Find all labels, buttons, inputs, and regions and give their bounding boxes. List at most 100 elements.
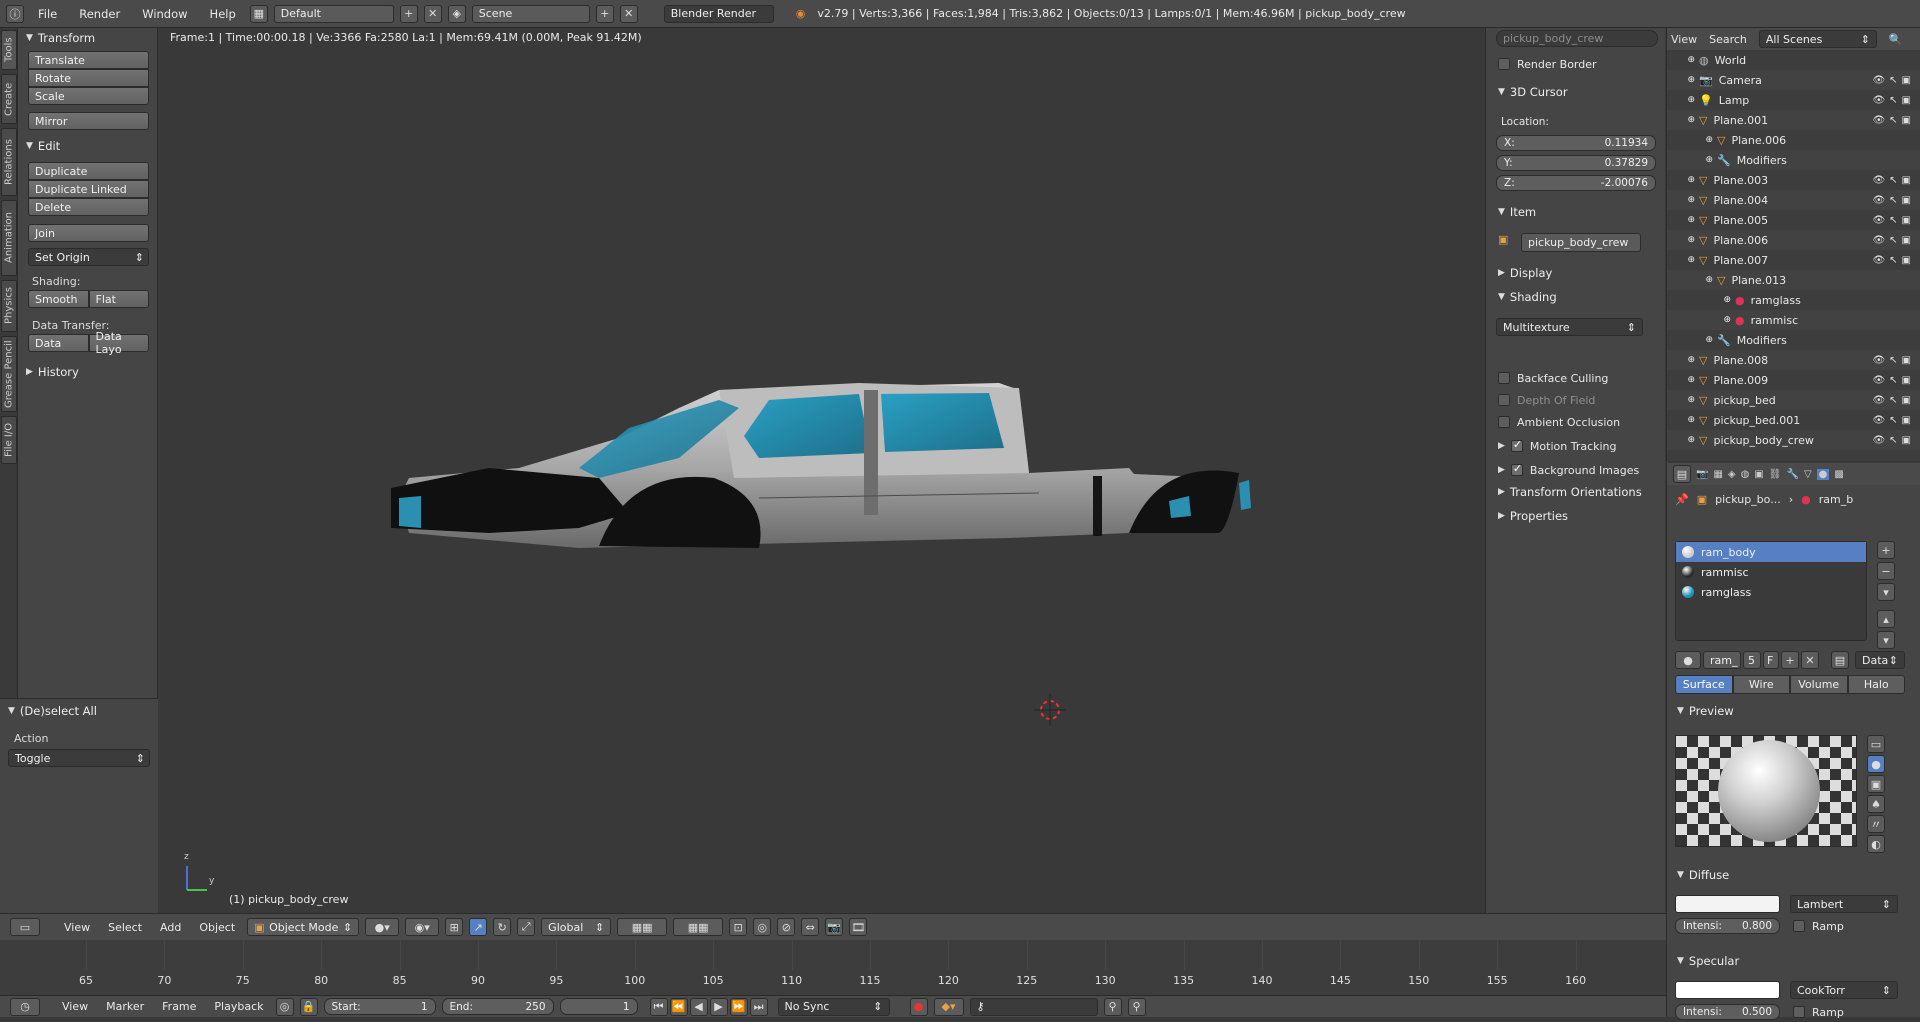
mirror-button[interactable]: Mirror [28, 112, 149, 130]
current-frame-field[interactable]: 1 [559, 998, 638, 1015]
eye-toggle-icon[interactable]: 👁 [1872, 75, 1885, 86]
render-anim-icon[interactable]: 🎞 [849, 918, 868, 936]
3d-cursor-icon[interactable] [1030, 690, 1070, 730]
menu-file[interactable]: File [30, 7, 65, 21]
diffuse-color-swatch[interactable] [1675, 895, 1780, 913]
outliner-row[interactable]: ⊕ 📷 Camera 👁 ↖ ▣ [1667, 70, 1920, 90]
properties-header[interactable]: ▶ Properties [1490, 506, 1568, 526]
item-name-field[interactable]: pickup_body_crew [1521, 233, 1641, 252]
outliner-row[interactable]: ⊕ ▽ Plane.009 👁 ↖ ▣ [1667, 370, 1920, 390]
set-origin-select[interactable]: Set Origin ⇕ [28, 248, 149, 266]
snap-icon[interactable]: ⊘ [777, 918, 796, 936]
expand-toggle-icon[interactable]: ⊕ [1667, 175, 1699, 185]
pin-icon[interactable]: 📌 [1675, 493, 1689, 506]
add-scene-icon[interactable]: + [595, 4, 614, 23]
play-reverse-icon[interactable]: ◀ [689, 997, 708, 1016]
render-toggle-icon[interactable]: ▣ [1902, 175, 1911, 186]
expand-toggle-icon[interactable]: ⊕ [1667, 275, 1717, 285]
render-toggle-icon[interactable]: ▣ [1902, 395, 1911, 406]
preview-sphere-icon[interactable]: ● [1867, 755, 1885, 773]
menu-add[interactable]: Add [154, 921, 187, 934]
cursor-toggle-icon[interactable]: ↖ [1889, 95, 1897, 106]
eye-toggle-icon[interactable]: 👁 [1872, 95, 1885, 106]
3d-viewport[interactable] [159, 28, 1485, 913]
eye-toggle-icon[interactable]: 👁 [1872, 395, 1885, 406]
cursor-toggle-icon[interactable]: ↖ [1889, 395, 1897, 406]
duplicate-button[interactable]: Duplicate [28, 162, 149, 180]
outliner-row[interactable]: ⊕ 🔧 Modifiers [1667, 330, 1920, 350]
material-name-field[interactable]: ram_ [1703, 651, 1741, 669]
outliner-row[interactable]: ⊕ ▽ Plane.003 👁 ↖ ▣ [1667, 170, 1920, 190]
smooth-button[interactable]: Smooth [28, 290, 89, 308]
eye-toggle-icon[interactable]: 👁 [1872, 175, 1885, 186]
render-toggle-icon[interactable]: ▣ [1902, 195, 1911, 206]
diffuse-intensity-field[interactable]: Intensi: 0.800 [1675, 918, 1780, 934]
remove-slot-icon[interactable]: − [1877, 562, 1895, 580]
cursor-x-field[interactable]: X: 0.11934 [1496, 135, 1656, 151]
cursor-toggle-icon[interactable]: ↖ [1889, 215, 1897, 226]
snap-element-icon[interactable]: ⇔ [801, 918, 820, 936]
specular-ramp-row[interactable]: Ramp [1793, 1002, 1844, 1022]
render-toggle-icon[interactable]: ▣ [1902, 115, 1911, 126]
proportional-edit-icon[interactable]: ◎ [753, 918, 772, 936]
scene-icon[interactable]: ◈ [447, 4, 466, 23]
render-toggle-icon[interactable]: ▣ [1902, 255, 1911, 266]
specular-color-swatch[interactable] [1675, 981, 1780, 999]
outliner-row[interactable]: ⊕ ▽ Plane.006 [1667, 130, 1920, 150]
shading-mode-select[interactable]: Multitexture ⇕ [1496, 318, 1643, 336]
viewport-shading-icon[interactable]: ●▾ [365, 918, 400, 936]
preview-flat-icon[interactable]: ▭ [1867, 735, 1885, 753]
data-layout-button[interactable]: Data Layo [88, 330, 149, 356]
menu-render[interactable]: Render [71, 7, 128, 21]
outliner-row[interactable]: ⊕ ● rammisc [1667, 310, 1920, 330]
render-toggle-icon[interactable]: ▣ [1902, 375, 1911, 386]
outliner-row[interactable]: ⊕ ▽ Plane.008 👁 ↖ ▣ [1667, 350, 1920, 370]
render-border-checkbox[interactable] [1498, 58, 1510, 70]
outliner-row[interactable]: ⊕ ▽ Plane.004 👁 ↖ ▣ [1667, 190, 1920, 210]
deselect-all-header[interactable]: ▼ (De)select All [0, 701, 158, 721]
preview-header[interactable]: ▼ Preview [1669, 701, 1734, 721]
render-border-row[interactable]: Render Border [1498, 54, 1597, 74]
layout-grid-icon[interactable]: ▦ [249, 4, 268, 23]
material-slot[interactable]: ramglass [1676, 582, 1866, 602]
diffuse-ramp-checkbox[interactable] [1793, 920, 1805, 932]
cursor-z-field[interactable]: Z: -2.00076 [1496, 175, 1656, 191]
jump-start-icon[interactable]: ⏮ [649, 997, 668, 1016]
transform-panel-header[interactable]: ▼ Transform [18, 28, 157, 48]
tab-halo[interactable]: Halo [1847, 675, 1905, 694]
eye-toggle-icon[interactable]: 👁 [1872, 235, 1885, 246]
data-transfer-button[interactable]: Data [28, 334, 89, 352]
outliner-row[interactable]: ⊕ ▽ pickup_bed 👁 ↖ ▣ [1667, 390, 1920, 410]
material-slot-list[interactable]: ram_body rammisc ramglass [1675, 541, 1867, 641]
expand-toggle-icon[interactable]: ⊕ [1667, 75, 1699, 85]
editor-type-timeline-icon[interactable]: ◷ [10, 997, 40, 1016]
item-header[interactable]: ▼ Item [1490, 202, 1536, 222]
render-tab-icon[interactable]: 📷 [1696, 469, 1708, 480]
editor-type-3d-icon[interactable]: ▭ [10, 918, 40, 936]
expand-toggle-icon[interactable]: ⊕ [1667, 155, 1717, 165]
render-toggle-icon[interactable]: ▣ [1902, 75, 1911, 86]
backface-culling-row[interactable]: Backface Culling [1498, 368, 1608, 388]
expand-toggle-icon[interactable]: ⊕ [1667, 335, 1717, 345]
diffuse-header[interactable]: ▼ Diffuse [1669, 865, 1729, 885]
cursor-toggle-icon[interactable]: ↖ [1889, 195, 1897, 206]
keying-set-field[interactable]: ⚷ [969, 997, 1098, 1016]
ambient-occlusion-checkbox[interactable] [1498, 416, 1510, 428]
eye-toggle-icon[interactable]: 👁 [1872, 115, 1885, 126]
layout-field[interactable]: Default [273, 4, 394, 23]
prev-keyframe-icon[interactable]: ⏪ [669, 997, 688, 1016]
render-engine-select[interactable]: Blender Render [663, 4, 774, 23]
expand-toggle-icon[interactable]: ⊕ [1667, 415, 1699, 425]
menu-object[interactable]: Object [193, 921, 241, 934]
outliner-row[interactable]: ⊕ ▽ pickup_body_crew 👁 ↖ ▣ [1667, 430, 1920, 450]
end-frame-field[interactable]: End: 250 [441, 998, 554, 1015]
tab-animation[interactable]: Animation [1, 200, 17, 276]
menu-select[interactable]: Select [102, 921, 148, 934]
object-name-field[interactable]: pickup_body_crew [1496, 30, 1658, 47]
eye-toggle-icon[interactable]: 👁 [1872, 195, 1885, 206]
interaction-mode-select[interactable]: ▣ Object Mode ⇕ [247, 918, 360, 936]
record-icon[interactable]: ● [909, 997, 928, 1016]
layers-tab-icon[interactable]: ▦ [1713, 469, 1722, 480]
remove-layout-icon[interactable]: ✕ [423, 4, 442, 23]
join-button[interactable]: Join [28, 224, 149, 242]
